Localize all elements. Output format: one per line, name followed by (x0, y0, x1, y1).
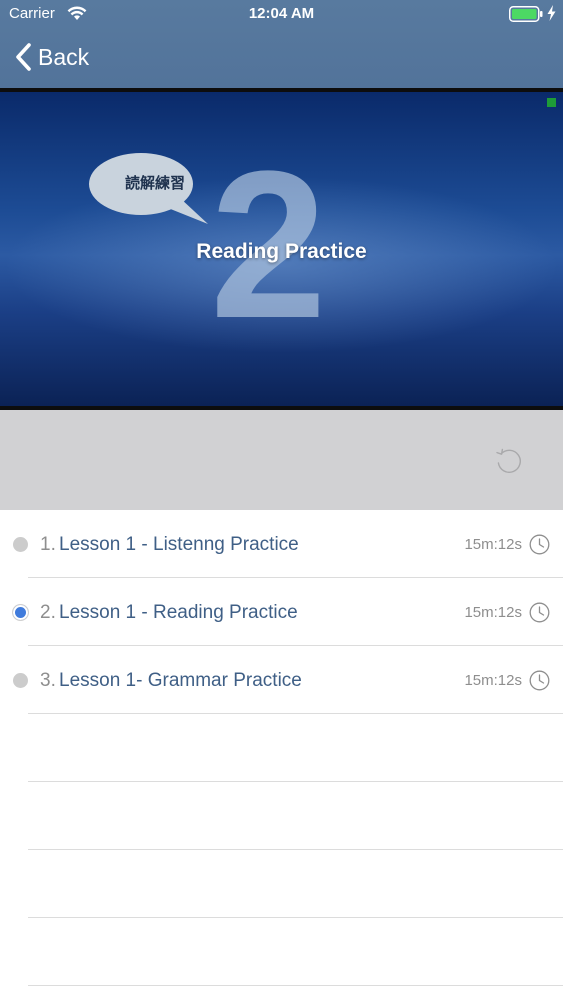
video-frame[interactable]: 2 読解練習 Reading Practice (0, 92, 563, 406)
lesson-duration: 15m:12s (464, 536, 522, 553)
lesson-duration: 15m:12s (464, 604, 522, 621)
back-label: Back (38, 43, 90, 70)
video-title-text: Reading Practice (196, 240, 367, 263)
lesson-number: 3. (40, 670, 56, 691)
back-button[interactable]: Back (14, 40, 89, 74)
clock-time: 12:04 AM (248, 5, 315, 22)
battery-icon (509, 6, 543, 22)
clock-icon (529, 670, 550, 691)
lesson-title: Lesson 1- Grammar Practice (59, 670, 302, 691)
lesson-row[interactable]: 3. Lesson 1- Grammar Practice 15m:12s (0, 646, 563, 714)
lesson-status-dot (13, 537, 28, 552)
video-title: Reading Practice (0, 240, 563, 264)
lesson-duration: 15m:12s (464, 672, 522, 689)
player-controls (0, 410, 563, 510)
lesson-number: 1. (40, 534, 56, 555)
replay-icon[interactable] (493, 444, 525, 476)
clock-icon (529, 534, 550, 555)
lesson-status-dot (13, 673, 28, 688)
recording-indicator (547, 98, 556, 107)
empty-list-row (0, 714, 563, 782)
empty-list-row (0, 850, 563, 918)
empty-list-row (0, 918, 563, 986)
navigation-header: Carrier 12:04 AM Back (0, 0, 563, 88)
chevron-left-icon (16, 43, 31, 71)
lesson-row[interactable]: 2. Lesson 1 - Reading Practice 15m:12s (0, 578, 563, 646)
status-bar: Carrier 12:04 AM (0, 0, 563, 28)
lesson-status-dot-active (13, 605, 28, 620)
clock-icon (529, 602, 550, 623)
lesson-title: Lesson 1 - Listenng Practice (59, 534, 299, 555)
lesson-title: Lesson 1 - Reading Practice (59, 602, 298, 623)
bubble-text: 読解練習 (124, 175, 185, 192)
video-player[interactable]: 2 読解練習 Reading Practice (0, 88, 563, 410)
charging-bolt-icon (547, 5, 556, 21)
lesson-list: 1. Lesson 1 - Listenng Practice 15m:12s … (0, 510, 563, 986)
lesson-row[interactable]: 1. Lesson 1 - Listenng Practice 15m:12s (0, 510, 563, 578)
empty-list-row (0, 782, 563, 850)
lesson-number: 2. (40, 602, 56, 623)
